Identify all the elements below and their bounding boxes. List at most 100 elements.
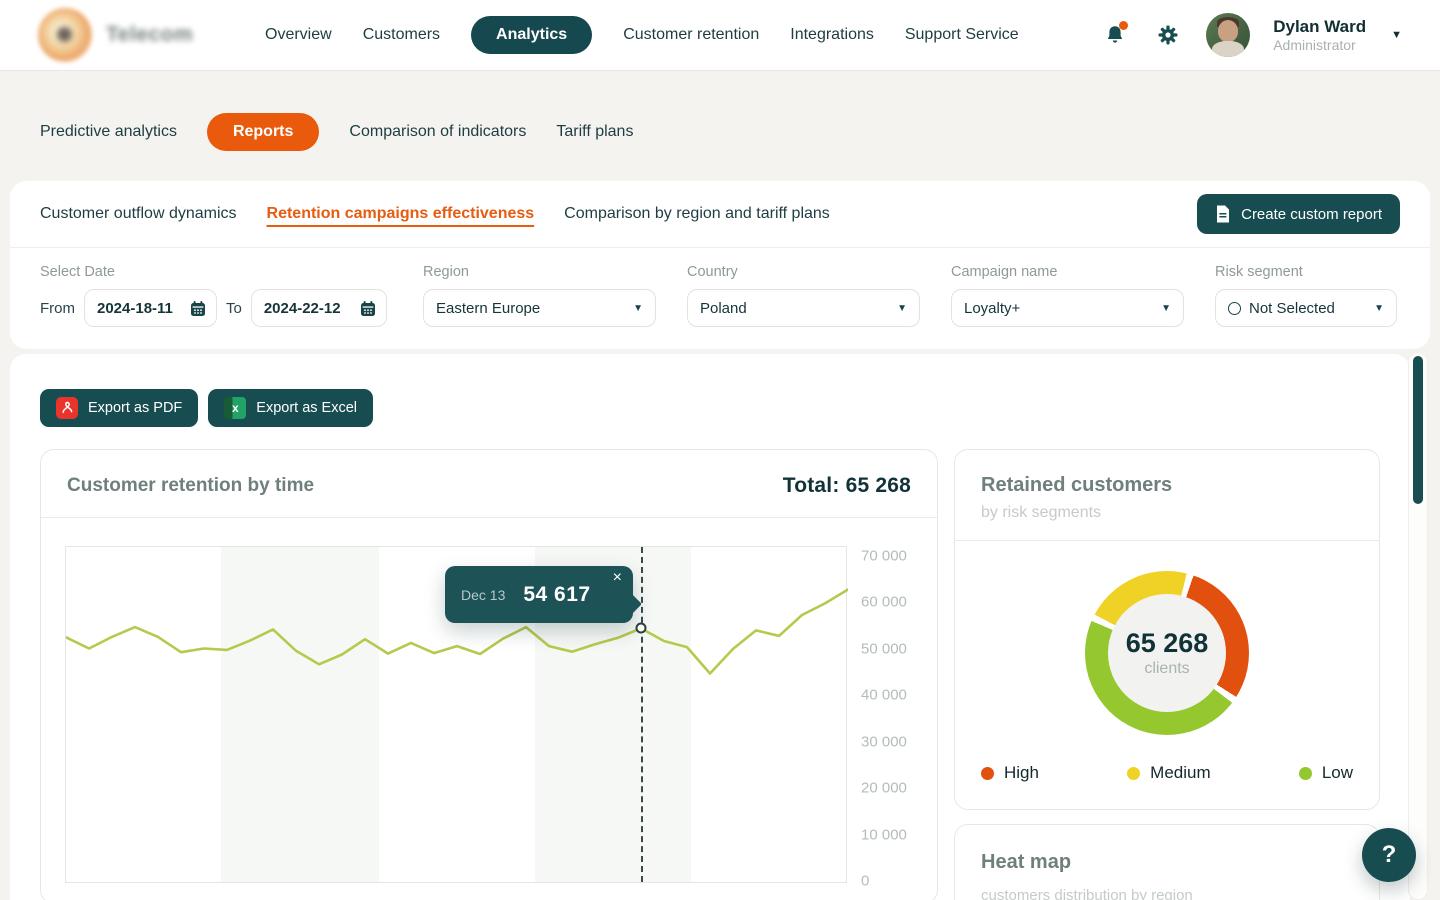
campaign-select[interactable]: Loyalty+ ▼ bbox=[951, 289, 1184, 327]
report-content: Export as PDF x Export as Excel Customer… bbox=[10, 354, 1410, 900]
subnav-comparison-of-indicators[interactable]: Comparison of indicators bbox=[349, 123, 526, 141]
legend-item-low[interactable]: Low bbox=[1299, 763, 1353, 783]
y-axis-tick: 40 000 bbox=[861, 687, 907, 704]
pdf-icon bbox=[56, 397, 78, 419]
dropdown-arrow-icon: ▼ bbox=[897, 303, 907, 314]
from-label: From bbox=[40, 300, 75, 317]
brand-logo-icon bbox=[38, 8, 92, 62]
customer-retention-chart-card: Customer retention by time Total: 65 268… bbox=[40, 449, 938, 900]
chart-total: Total: 65 268 bbox=[783, 474, 911, 498]
low-dot-icon bbox=[1299, 767, 1312, 780]
calendar-icon bbox=[360, 300, 376, 317]
question-mark: ? bbox=[1382, 841, 1397, 869]
dropdown-arrow-icon: ▼ bbox=[633, 303, 643, 314]
donut-center-label: clients bbox=[1144, 660, 1189, 678]
y-axis-tick: 0 bbox=[861, 873, 869, 890]
close-icon[interactable]: × bbox=[613, 570, 622, 586]
country-value: Poland bbox=[700, 300, 889, 317]
chevron-down-icon[interactable]: ▼ bbox=[1391, 29, 1402, 41]
filter-campaign-label: Campaign name bbox=[951, 264, 1184, 280]
chart-tooltip: Dec 13 54 617 × bbox=[445, 566, 633, 623]
risk-segment-select[interactable]: Not Selected ▼ bbox=[1215, 289, 1397, 327]
nav-item-integrations[interactable]: Integrations bbox=[790, 26, 874, 44]
y-axis-tick: 60 000 bbox=[861, 594, 907, 611]
filter-region: Region Eastern Europe ▼ bbox=[423, 264, 656, 327]
bell-icon[interactable] bbox=[1100, 20, 1130, 50]
filter-country: Country Poland ▼ bbox=[687, 264, 920, 327]
y-axis-tick: 20 000 bbox=[861, 780, 907, 797]
user-menu[interactable]: Dylan Ward Administrator bbox=[1273, 16, 1366, 55]
heat-map-title: Heat map bbox=[981, 851, 1353, 874]
hover-guide-line bbox=[641, 547, 643, 882]
analytics-subnav: Predictive analytics Reports Comparison … bbox=[0, 71, 1440, 181]
document-icon bbox=[1215, 205, 1231, 223]
donut-center-value: 65 268 bbox=[1126, 628, 1209, 659]
risk-segments-donut-chart[interactable]: 65 268 clients bbox=[1085, 571, 1249, 735]
filter-date-label: Select Date bbox=[40, 264, 392, 280]
chart-card-title: Customer retention by time bbox=[67, 475, 314, 497]
export-pdf-label: Export as PDF bbox=[88, 400, 182, 416]
main-nav: Overview Customers Analytics Customer re… bbox=[265, 16, 1019, 54]
filter-risk-segment: Risk segment Not Selected ▼ bbox=[1215, 264, 1397, 327]
radio-circle-icon bbox=[1228, 302, 1241, 315]
to-label: To bbox=[226, 300, 242, 317]
tooltip-date: Dec 13 bbox=[461, 587, 505, 603]
date-to-input[interactable]: 2024-22-12 bbox=[251, 289, 387, 327]
divider bbox=[41, 517, 937, 518]
user-role: Administrator bbox=[1273, 37, 1366, 55]
date-from-input[interactable]: 2024-18-11 bbox=[84, 289, 217, 327]
filter-risk-label: Risk segment bbox=[1215, 264, 1397, 280]
region-select[interactable]: Eastern Europe ▼ bbox=[423, 289, 656, 327]
export-excel-button[interactable]: x Export as Excel bbox=[208, 389, 373, 427]
gear-icon[interactable] bbox=[1153, 20, 1183, 50]
tab-retention-campaigns-effectiveness[interactable]: Retention campaigns effectiveness bbox=[267, 205, 535, 223]
legend-item-medium[interactable]: Medium bbox=[1127, 763, 1210, 783]
calendar-icon bbox=[190, 300, 206, 317]
nav-item-customers[interactable]: Customers bbox=[363, 26, 440, 44]
campaign-value: Loyalty+ bbox=[964, 300, 1153, 317]
y-axis-tick: 50 000 bbox=[861, 640, 907, 657]
y-axis: 70 00060 00050 00040 00030 00020 00010 0… bbox=[861, 546, 941, 883]
avatar[interactable] bbox=[1206, 13, 1250, 57]
filter-campaign: Campaign name Loyalty+ ▼ bbox=[951, 264, 1184, 327]
subnav-reports[interactable]: Reports bbox=[207, 113, 319, 151]
brand-logo: Telecom bbox=[38, 8, 206, 62]
tooltip-value: 54 617 bbox=[523, 583, 590, 607]
filters: Select Date From 2024-18-11 To bbox=[10, 248, 1430, 349]
country-select[interactable]: Poland ▼ bbox=[687, 289, 920, 327]
report-tabs: Customer outflow dynamics Retention camp… bbox=[10, 181, 1430, 248]
gear-glyph bbox=[1156, 23, 1180, 47]
nav-item-analytics[interactable]: Analytics bbox=[471, 16, 592, 54]
scrollbar[interactable] bbox=[1408, 352, 1428, 900]
create-custom-report-button[interactable]: Create custom report bbox=[1197, 194, 1400, 234]
subnav-tariff-plans[interactable]: Tariff plans bbox=[556, 123, 633, 141]
nav-item-customer-retention[interactable]: Customer retention bbox=[623, 26, 759, 44]
filter-date: Select Date From 2024-18-11 To bbox=[40, 264, 392, 327]
line-chart-plot[interactable]: Dec 13 54 617 × bbox=[65, 546, 847, 883]
brand-name: Telecom bbox=[106, 23, 193, 47]
scrollbar-thumb[interactable] bbox=[1413, 356, 1423, 504]
help-button[interactable]: ? bbox=[1362, 828, 1416, 882]
legend-item-high[interactable]: High bbox=[981, 763, 1039, 783]
retained-card-subtitle: by risk segments bbox=[981, 504, 1353, 522]
filter-region-label: Region bbox=[423, 264, 656, 280]
nav-item-overview[interactable]: Overview bbox=[265, 26, 332, 44]
heat-map-subtitle: customers distribution by region bbox=[981, 887, 1353, 900]
dropdown-arrow-icon: ▼ bbox=[1161, 303, 1171, 314]
retained-card-title: Retained customers bbox=[981, 474, 1353, 497]
data-point-marker[interactable] bbox=[636, 623, 647, 634]
subnav-predictive-analytics[interactable]: Predictive analytics bbox=[40, 123, 177, 141]
high-dot-icon bbox=[981, 767, 994, 780]
retained-customers-card: Retained customers by risk segments 65 2… bbox=[954, 449, 1380, 810]
excel-icon: x bbox=[224, 397, 246, 419]
date-to-value: 2024-22-12 bbox=[264, 300, 341, 317]
create-custom-report-label: Create custom report bbox=[1241, 206, 1382, 223]
tab-customer-outflow-dynamics[interactable]: Customer outflow dynamics bbox=[40, 205, 237, 223]
export-excel-label: Export as Excel bbox=[256, 400, 357, 416]
tab-comparison-by-region[interactable]: Comparison by region and tariff plans bbox=[564, 205, 830, 223]
donut-center: 65 268 clients bbox=[1108, 594, 1226, 712]
filter-country-label: Country bbox=[687, 264, 920, 280]
export-pdf-button[interactable]: Export as PDF bbox=[40, 389, 198, 427]
date-from-value: 2024-18-11 bbox=[97, 300, 173, 317]
nav-item-support-service[interactable]: Support Service bbox=[905, 26, 1019, 44]
